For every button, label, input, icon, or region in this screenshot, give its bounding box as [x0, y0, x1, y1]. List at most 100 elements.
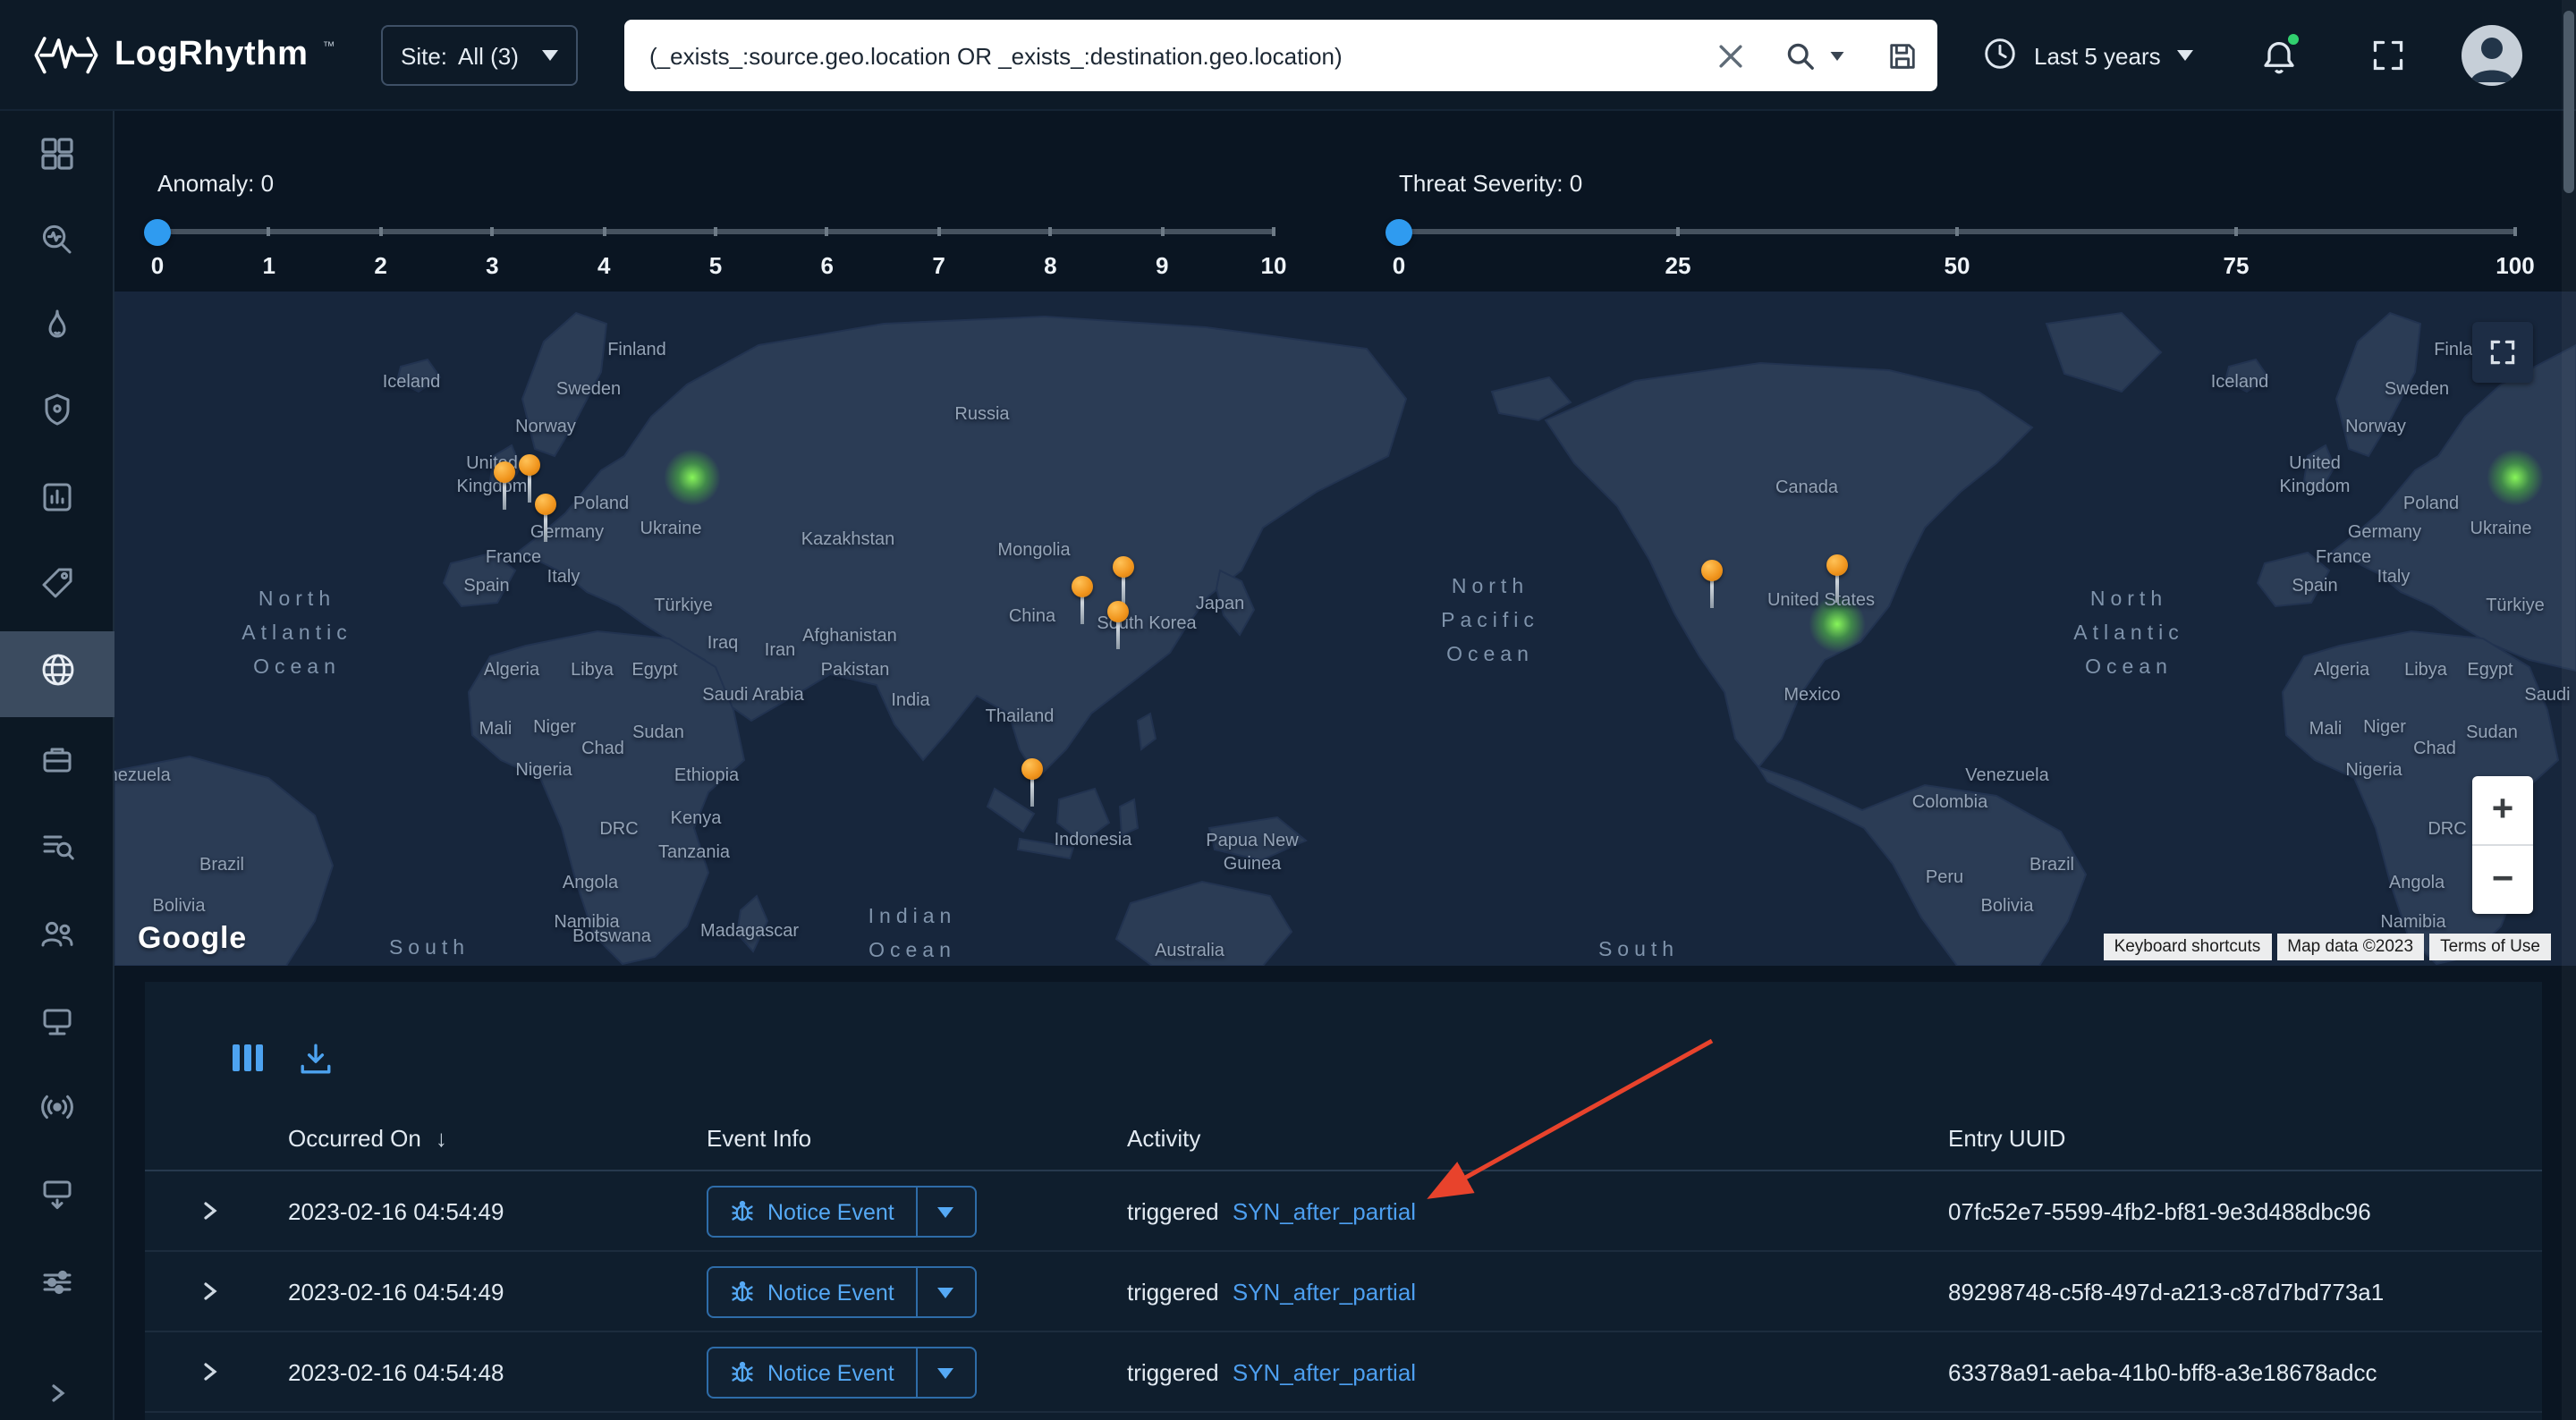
people-icon — [39, 915, 75, 959]
row-expand-chevron-icon[interactable] — [199, 1361, 220, 1388]
flame-icon — [39, 307, 75, 351]
tag-icon — [39, 564, 75, 609]
table-row[interactable]: 2023-02-16 04:54:49 Notice Event trigger… — [145, 1252, 2542, 1332]
site-label: Site: — [401, 42, 447, 69]
nav-users[interactable] — [0, 894, 114, 980]
activity-link[interactable]: SYN_after_partial — [1233, 1359, 1416, 1386]
slider-tick-label: 3 — [486, 252, 498, 279]
anomaly-slider-handle[interactable] — [144, 218, 171, 245]
map-pin[interactable] — [535, 494, 556, 544]
row-expand-chevron-icon[interactable] — [199, 1281, 220, 1307]
site-selector[interactable]: Site: All (3) — [381, 25, 578, 86]
activity-link[interactable]: SYN_after_partial — [1233, 1198, 1416, 1225]
table-row[interactable]: 2023-02-16 04:54:48 Notice Event trigger… — [145, 1332, 2542, 1413]
anomaly-slider-track[interactable] — [157, 229, 1274, 234]
pin-ball — [519, 454, 540, 476]
notifications-button[interactable] — [2254, 32, 2302, 80]
map-pin[interactable] — [1113, 556, 1134, 606]
nav-threat-activity[interactable] — [0, 286, 114, 372]
map-country-label: France — [486, 546, 541, 570]
anomaly-tick-labels: 012345678910 — [157, 252, 1274, 281]
header-event-info[interactable]: Event Info — [707, 1125, 811, 1152]
zoom-out-button[interactable]: − — [2472, 846, 2533, 914]
map-country-label: Chad — [2413, 738, 2456, 761]
page-scrollbar[interactable] — [2562, 0, 2576, 1420]
columns-icon[interactable] — [231, 1043, 265, 1082]
header-occurred-on[interactable]: Occurred On ↓ — [288, 1125, 447, 1152]
slider-tick-label: 6 — [821, 252, 834, 279]
activity-link[interactable]: SYN_after_partial — [1233, 1279, 1416, 1306]
nav-deployment[interactable] — [0, 1155, 114, 1241]
map-fullscreen-button[interactable] — [2472, 322, 2533, 383]
map-country-label: Chad — [581, 738, 624, 761]
map-ocean-label: North Atlantic Ocean — [2073, 584, 2183, 686]
download-icon[interactable] — [299, 1043, 333, 1084]
logrhythm-logo[interactable]: LogRhythm ™ — [32, 0, 335, 111]
notice-event-dropdown-button[interactable] — [918, 1268, 975, 1316]
map-glow-dot — [2487, 449, 2544, 506]
search-icon[interactable] — [1773, 20, 1826, 91]
slider-tick-label: 5 — [709, 252, 722, 279]
map-pin[interactable] — [1021, 758, 1043, 808]
zoom-in-button[interactable]: + — [2472, 776, 2533, 844]
map-pin[interactable] — [494, 461, 515, 511]
map-pin[interactable] — [1107, 601, 1129, 651]
pin-ball — [1701, 560, 1723, 581]
nav-cases[interactable] — [0, 721, 114, 807]
map-country-label: Sudan — [2466, 722, 2518, 745]
header-activity[interactable]: Activity — [1127, 1125, 1200, 1152]
map-country-label: Poland — [2403, 493, 2459, 516]
top-bar: LogRhythm ™ Site: All (3) — [0, 0, 2576, 111]
map-pin[interactable] — [1072, 576, 1093, 626]
notice-event-dropdown-button[interactable] — [918, 1188, 975, 1236]
keyboard-shortcuts-link[interactable]: Keyboard shortcuts — [2104, 934, 2272, 960]
scrollbar-thumb[interactable] — [2563, 11, 2574, 193]
header-entry-uuid[interactable]: Entry UUID — [1948, 1125, 2065, 1152]
table-body: 2023-02-16 04:54:49 Notice Event trigger… — [145, 1171, 2542, 1413]
nav-endpoints[interactable] — [0, 982, 114, 1068]
nav-geo-map[interactable] — [0, 631, 114, 717]
map-pin[interactable] — [1701, 560, 1723, 610]
notice-event-dropdown-button[interactable] — [918, 1348, 975, 1397]
nav-expand[interactable] — [0, 1354, 114, 1420]
threat-slider-handle[interactable] — [1385, 218, 1412, 245]
notice-event-split-button[interactable]: Notice Event — [707, 1266, 977, 1318]
nav-network-activity[interactable] — [0, 1068, 114, 1154]
terms-of-use-link[interactable]: Terms of Use — [2429, 934, 2551, 960]
nav-security[interactable] — [0, 370, 114, 456]
map-country-label: Türkiye — [2486, 595, 2545, 618]
save-search-icon[interactable] — [1875, 20, 1928, 91]
threat-tick-labels: 0255075100 — [1399, 252, 2515, 281]
notice-event-button[interactable]: Notice Event — [708, 1268, 916, 1316]
notice-event-split-button[interactable]: Notice Event — [707, 1347, 977, 1399]
nav-dashboards[interactable] — [0, 114, 114, 200]
map-country-label: Ethiopia — [674, 765, 739, 788]
map-country-label: Mali — [2309, 718, 2343, 741]
user-avatar[interactable] — [2462, 25, 2522, 86]
notice-event-button[interactable]: Notice Event — [708, 1188, 916, 1236]
notice-event-button[interactable]: Notice Event — [708, 1348, 916, 1397]
nav-tags[interactable] — [0, 544, 114, 630]
clear-search-icon[interactable] — [1705, 20, 1755, 91]
slider-tick-label: 75 — [2224, 252, 2250, 279]
nav-analyze[interactable] — [0, 200, 114, 286]
nav-administration[interactable] — [0, 1243, 114, 1329]
notice-event-split-button[interactable]: Notice Event — [707, 1186, 977, 1238]
nav-log-search[interactable] — [0, 807, 114, 892]
map-country-label: Ukraine — [2470, 518, 2532, 541]
geo-map[interactable]: North Atlantic OceanNorth Pacific OceanI… — [114, 292, 2576, 966]
map-country-label: Algeria — [2314, 659, 2369, 682]
row-expand-chevron-icon[interactable] — [199, 1200, 220, 1227]
map-country-label: Sweden — [556, 378, 621, 401]
time-range-selector[interactable]: Last 5 years — [1982, 0, 2193, 111]
sort-desc-icon[interactable]: ↓ — [436, 1125, 447, 1152]
fullscreen-button[interactable] — [2368, 36, 2408, 75]
threat-slider-track[interactable] — [1399, 229, 2515, 234]
slider-tick — [490, 227, 494, 236]
nav-reports[interactable] — [0, 458, 114, 544]
search-input[interactable] — [624, 20, 1676, 91]
search-options-caret-icon[interactable] — [1823, 20, 1852, 91]
map-pin[interactable] — [1826, 554, 1848, 604]
table-row[interactable]: 2023-02-16 04:54:49 Notice Event trigger… — [145, 1171, 2542, 1252]
map-country-label: Madagascar — [700, 920, 799, 943]
